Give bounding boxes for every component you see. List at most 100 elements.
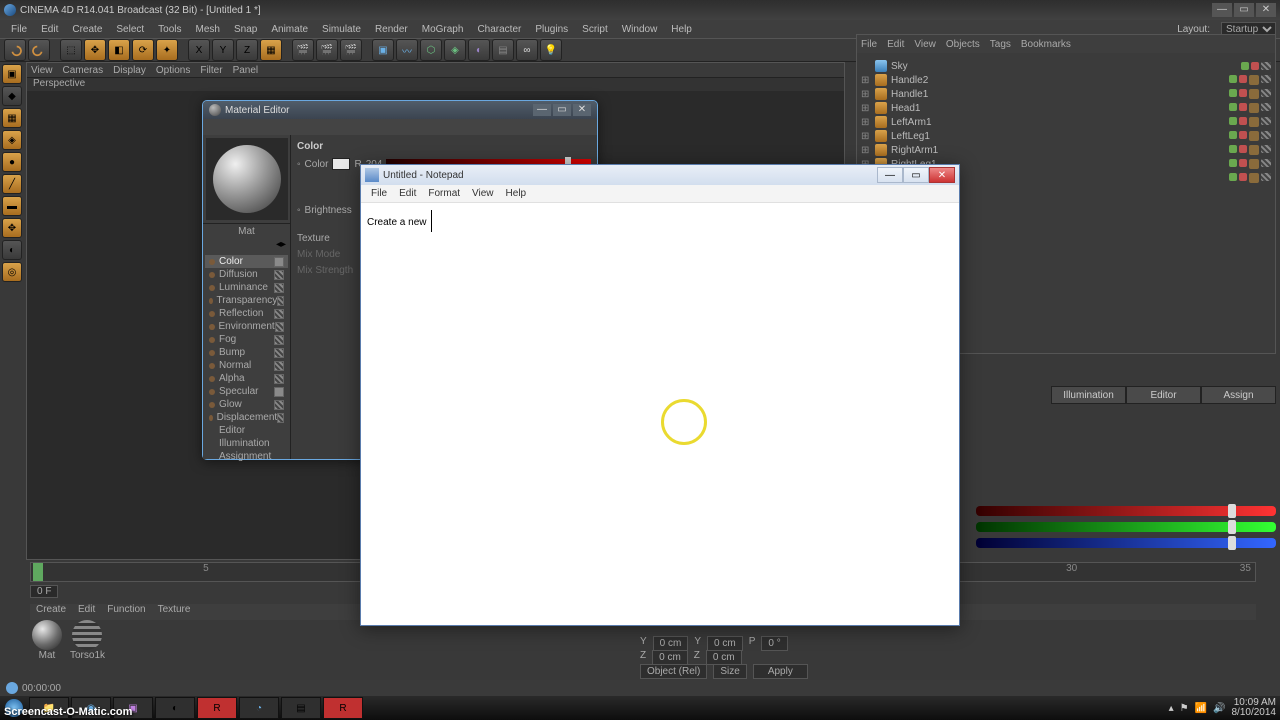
add-cube[interactable]: ▣: [372, 39, 394, 61]
np-format[interactable]: Format: [422, 188, 466, 199]
z-axis-lock[interactable]: Z: [236, 39, 258, 61]
point-mode[interactable]: ●: [2, 152, 22, 172]
render-picture[interactable]: 🎬: [340, 39, 362, 61]
poly-mode[interactable]: ▬: [2, 196, 22, 216]
add-environment[interactable]: ◐: [468, 39, 490, 61]
y-field[interactable]: 0 cm: [653, 636, 689, 651]
tab-assign[interactable]: Assign: [1201, 386, 1276, 404]
mat-texture[interactable]: Texture: [158, 604, 191, 620]
material-slot[interactable]: Mat: [30, 620, 64, 661]
task-notepad[interactable]: ▤: [281, 697, 321, 719]
channel-editor[interactable]: Editor: [205, 424, 288, 437]
menu-character[interactable]: Character: [470, 24, 528, 35]
menu-tools[interactable]: Tools: [151, 24, 188, 35]
g-slider[interactable]: [976, 522, 1276, 532]
add-spline[interactable]: 〰: [396, 39, 418, 61]
task-roblox2[interactable]: R: [323, 697, 363, 719]
color-swatch[interactable]: [332, 158, 350, 170]
channel-fog[interactable]: Fog: [205, 333, 288, 346]
p-field[interactable]: 0 °: [761, 636, 787, 651]
menu-mograph[interactable]: MoGraph: [415, 24, 471, 35]
edge-mode[interactable]: ╱: [2, 174, 22, 194]
task-steam[interactable]: ◐: [155, 697, 195, 719]
menu-select[interactable]: Select: [109, 24, 151, 35]
object-row[interactable]: ⊞LeftArm1: [861, 115, 1271, 129]
object-row[interactable]: ⊞Handle2: [861, 73, 1271, 87]
menu-mesh[interactable]: Mesh: [189, 24, 227, 35]
tray-clock[interactable]: 10:09 AM8/10/2014: [1232, 698, 1277, 718]
me-minimize[interactable]: —: [533, 104, 551, 116]
channel-luminance[interactable]: Luminance: [205, 281, 288, 294]
menu-edit[interactable]: Edit: [34, 24, 65, 35]
tray-volume-icon[interactable]: 🔊: [1213, 703, 1225, 714]
coord-mode-b[interactable]: Size: [713, 664, 746, 679]
snap-mode[interactable]: ◎: [2, 262, 22, 282]
menu-snap[interactable]: Snap: [227, 24, 264, 35]
workplane-mode[interactable]: ◈: [2, 130, 22, 150]
channel-assignment[interactable]: Assignment: [205, 450, 288, 463]
undo-button[interactable]: [4, 39, 26, 61]
x-axis-lock[interactable]: X: [188, 39, 210, 61]
np-help[interactable]: Help: [500, 188, 533, 199]
material-slot[interactable]: Torso1k: [70, 620, 104, 661]
object-row[interactable]: ⊞RightArm1: [861, 143, 1271, 157]
maximize-button[interactable]: ▭: [1234, 3, 1254, 17]
system-tray[interactable]: ▴ ⚑ 📶 🔊 10:09 AM8/10/2014: [1169, 698, 1280, 718]
scale-tool[interactable]: ◧: [108, 39, 130, 61]
vp-options[interactable]: Options: [156, 65, 190, 76]
material-preview[interactable]: [206, 138, 288, 220]
tab-illumination[interactable]: Illumination: [1051, 386, 1126, 404]
channel-illumination[interactable]: Illumination: [205, 437, 288, 450]
redo-button[interactable]: [28, 39, 50, 61]
vp-filter[interactable]: Filter: [200, 65, 222, 76]
add-deformer[interactable]: ◈: [444, 39, 466, 61]
channel-color[interactable]: Color: [205, 255, 288, 268]
menu-render[interactable]: Render: [368, 24, 415, 35]
notepad-textarea[interactable]: Create a new: [361, 203, 959, 625]
channel-bump[interactable]: Bump: [205, 346, 288, 359]
channel-normal[interactable]: Normal: [205, 359, 288, 372]
coord-system[interactable]: ▦: [260, 39, 282, 61]
object-row[interactable]: ⊞Handle1: [861, 87, 1271, 101]
make-editable[interactable]: ▣: [2, 64, 22, 84]
rotate-tool[interactable]: ⟳: [132, 39, 154, 61]
task-c4d[interactable]: ◔: [239, 697, 279, 719]
close-button[interactable]: ✕: [1256, 3, 1276, 17]
menu-file[interactable]: File: [4, 24, 34, 35]
render-settings[interactable]: 🎬: [316, 39, 338, 61]
z2-field[interactable]: 0 cm: [706, 650, 742, 665]
om-tags[interactable]: Tags: [990, 39, 1011, 50]
select-tool[interactable]: ⬚: [60, 39, 82, 61]
preview-arrows-icon[interactable]: ◂▸: [276, 239, 286, 253]
mat-edit[interactable]: Edit: [78, 604, 95, 620]
render-view[interactable]: 🎬: [292, 39, 314, 61]
coord-mode-a[interactable]: Object (Rel): [640, 664, 707, 679]
menu-simulate[interactable]: Simulate: [315, 24, 368, 35]
om-edit[interactable]: Edit: [887, 39, 904, 50]
notepad-close[interactable]: ✕: [929, 167, 955, 183]
object-row[interactable]: ⊞Head1: [861, 101, 1271, 115]
tray-flag-icon[interactable]: ⚑: [1180, 703, 1189, 714]
apply-button[interactable]: Apply: [753, 664, 808, 679]
menu-window[interactable]: Window: [615, 24, 665, 35]
frame-current[interactable]: 0 F: [30, 585, 58, 598]
tray-network-icon[interactable]: 📶: [1195, 703, 1207, 714]
add-camera[interactable]: ▤: [492, 39, 514, 61]
vp-display[interactable]: Display: [113, 65, 146, 76]
menu-plugins[interactable]: Plugins: [528, 24, 575, 35]
channel-diffusion[interactable]: Diffusion: [205, 268, 288, 281]
me-close[interactable]: ✕: [573, 104, 591, 116]
texture-mode[interactable]: ▦: [2, 108, 22, 128]
material-editor-titlebar[interactable]: Material Editor — ▭ ✕: [203, 101, 597, 119]
menu-help[interactable]: Help: [664, 24, 699, 35]
mat-create[interactable]: Create: [36, 604, 66, 620]
move-tool[interactable]: ✥: [84, 39, 106, 61]
notepad-maximize[interactable]: ▭: [903, 167, 929, 183]
np-view[interactable]: View: [466, 188, 500, 199]
om-bookmarks[interactable]: Bookmarks: [1021, 39, 1071, 50]
object-row[interactable]: ⊞LeftLeg1: [861, 129, 1271, 143]
channel-environment[interactable]: Environment: [205, 320, 288, 333]
r-slider[interactable]: [976, 506, 1276, 516]
channel-reflection[interactable]: Reflection: [205, 307, 288, 320]
tab-editor[interactable]: Editor: [1126, 386, 1201, 404]
